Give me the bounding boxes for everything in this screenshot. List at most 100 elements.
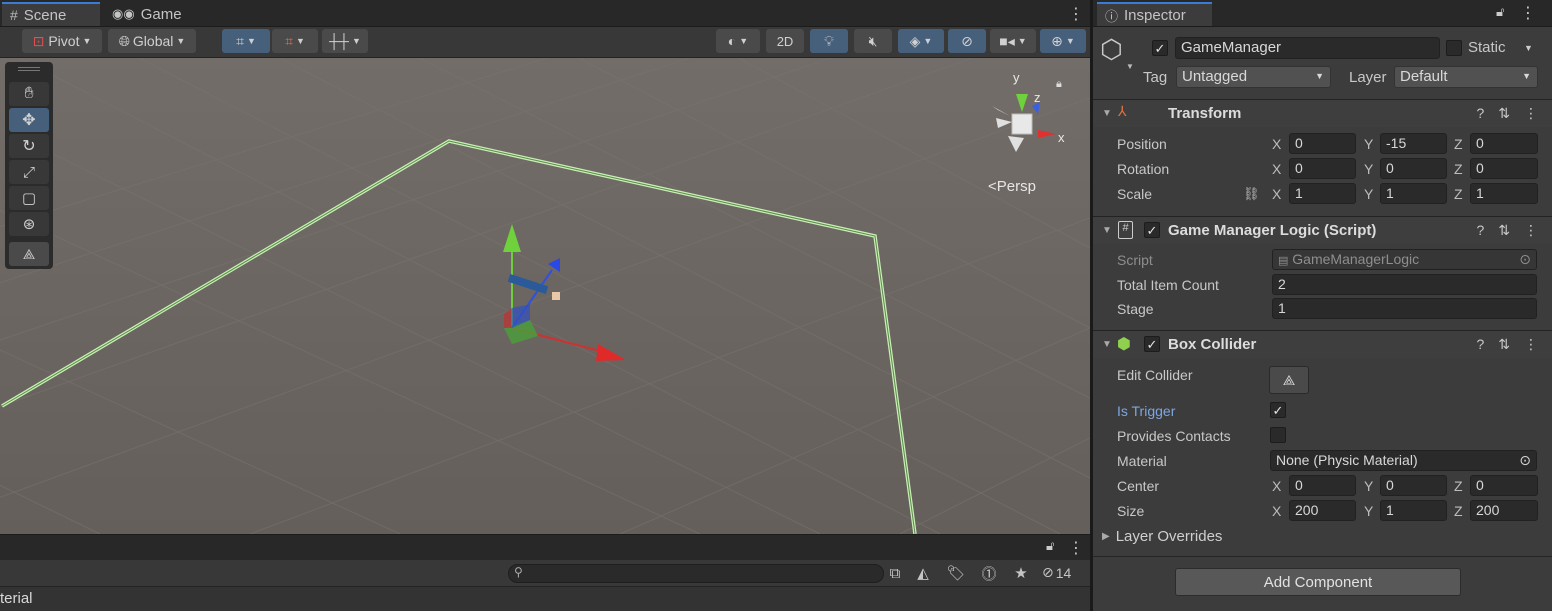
position-y-field[interactable]: -15 [1380, 133, 1447, 154]
rotation-x-axis[interactable]: X [1272, 161, 1281, 177]
filter-errors-button[interactable]: ⓵ [976, 561, 1002, 585]
console-search-input[interactable] [529, 566, 879, 581]
context-menu-icon[interactable]: ⋮ [1524, 105, 1538, 122]
inspector-menu-icon[interactable]: ⋮ [1520, 3, 1536, 23]
box-collider-header[interactable]: ▼ ⬢ ✓ Box Collider ? ⇅ ⋮ [1093, 330, 1552, 358]
favorites-button[interactable]: ★ [1008, 561, 1034, 585]
filter-type-button[interactable]: ◭ [910, 561, 936, 585]
help-icon[interactable]: ? [1476, 336, 1484, 353]
preset-icon[interactable]: ⇅ [1498, 336, 1510, 353]
bottom-menu-icon[interactable]: ⋮ [1068, 538, 1084, 558]
tab-scene[interactable]: # Scene [2, 2, 100, 26]
object-active-checkbox[interactable]: ✓ [1152, 40, 1168, 56]
size-z-field[interactable]: 200 [1470, 500, 1538, 521]
size-label[interactable]: Size [1117, 503, 1144, 519]
edit-collider-button[interactable]: ⟁ [1269, 366, 1309, 394]
scene-viewport[interactable]: ✋︎ ✥ ↻ ⤢ ▢ ⊛ ⟁ y z x 🔒︎ <Persp [0, 58, 1090, 534]
scale-y-axis[interactable]: Y [1364, 186, 1373, 202]
scale-z-axis[interactable]: Z [1454, 186, 1463, 202]
scale-x-axis[interactable]: X [1272, 186, 1281, 202]
object-cube-icon[interactable]: ⬡ [1100, 34, 1123, 65]
edit-collider-tool-button[interactable]: ⟁ [9, 242, 49, 266]
box-collider-enabled-checkbox[interactable]: ✓ [1144, 336, 1160, 352]
size-x-field[interactable]: 200 [1289, 500, 1356, 521]
palette-handle[interactable] [18, 67, 40, 71]
add-component-button[interactable]: Add Component [1175, 568, 1461, 596]
size-z-axis[interactable]: Z [1454, 503, 1463, 519]
lighting-toggle[interactable]: 💡︎ [810, 29, 848, 53]
script-component-header[interactable]: ▼ # ✓ Game Manager Logic (Script) ? ⇅ ⋮ [1093, 216, 1552, 244]
rotation-label[interactable]: Rotation [1117, 161, 1169, 177]
ruler-button[interactable]: ┼┼ ▼ [322, 29, 368, 53]
tag-dropdown[interactable]: Untagged ▼ [1176, 66, 1331, 88]
global-dropdown[interactable]: 🌐︎ Global ▼ [108, 29, 196, 53]
rotation-y-field[interactable]: 0 [1380, 158, 1447, 179]
rotation-z-axis[interactable]: Z [1454, 161, 1463, 177]
static-checkbox[interactable] [1446, 40, 1462, 56]
context-menu-icon[interactable]: ⋮ [1524, 222, 1538, 239]
object-name-field[interactable]: GameManager [1175, 37, 1440, 59]
project-item-label[interactable]: terial [0, 590, 33, 607]
transform-tool-button[interactable]: ⊛ [9, 212, 49, 236]
move-tool-button[interactable]: ✥ [9, 108, 49, 132]
position-y-axis[interactable]: Y [1364, 136, 1373, 152]
context-menu-icon[interactable]: ⋮ [1524, 336, 1538, 353]
layer-dropdown[interactable]: Default ▼ [1394, 66, 1538, 88]
help-icon[interactable]: ? [1476, 222, 1484, 239]
size-x-axis[interactable]: X [1272, 503, 1281, 519]
persp-toggle[interactable]: <Persp [988, 178, 1036, 195]
scale-y-field[interactable]: 1 [1380, 183, 1447, 204]
pivot-dropdown[interactable]: ⊡ Pivot ▼ [22, 29, 102, 53]
hand-tool-button[interactable]: ✋︎ [9, 82, 49, 106]
tab-inspector[interactable]: ⓘ Inspector [1097, 2, 1212, 26]
stage-field[interactable]: 1 [1272, 298, 1537, 319]
scale-z-field[interactable]: 1 [1470, 183, 1538, 204]
visibility-toggle[interactable]: ⊘ [948, 29, 986, 53]
console-search-field[interactable]: ⚲ [508, 564, 884, 583]
gizmo-lock-icon[interactable]: 🔒︎ [1056, 78, 1062, 91]
material-label[interactable]: Material [1117, 453, 1167, 469]
effects-dropdown[interactable]: ◈ ▼ [898, 29, 944, 53]
rotation-z-field[interactable]: 0 [1470, 158, 1538, 179]
center-y-field[interactable]: 0 [1380, 475, 1447, 496]
material-field[interactable]: None (Physic Material) ⊙ [1270, 450, 1537, 471]
scene-tab-menu-icon[interactable]: ⋮ [1068, 4, 1084, 24]
rect-tool-button[interactable]: ▢ [9, 186, 49, 210]
transform-header[interactable]: ▼ ⅄ Transform ? ⇅ ⋮ [1093, 99, 1552, 127]
is-trigger-label[interactable]: Is Trigger [1117, 403, 1175, 419]
scale-x-field[interactable]: 1 [1289, 183, 1356, 204]
total-item-count-label[interactable]: Total Item Count [1117, 277, 1219, 293]
camera-dropdown[interactable]: ■◂ ▼ [990, 29, 1036, 53]
layer-overrides-foldout[interactable]: ▶ Layer Overrides [1102, 528, 1222, 545]
preset-icon[interactable]: ⇅ [1498, 105, 1510, 122]
rotation-x-field[interactable]: 0 [1289, 158, 1356, 179]
center-z-field[interactable]: 0 [1470, 475, 1538, 496]
bottom-lock-icon[interactable]: 🔓︎ [1046, 538, 1054, 554]
preset-icon[interactable]: ⇅ [1498, 222, 1510, 239]
script-enabled-checkbox[interactable]: ✓ [1144, 222, 1160, 238]
search-expand-button[interactable]: ⧉ [882, 561, 908, 585]
scale-tool-button[interactable]: ⤢ [9, 160, 49, 184]
position-z-axis[interactable]: Z [1454, 136, 1463, 152]
center-z-axis[interactable]: Z [1454, 478, 1463, 494]
center-x-axis[interactable]: X [1272, 478, 1281, 494]
provides-contacts-label[interactable]: Provides Contacts [1117, 428, 1231, 444]
inspector-lock-icon[interactable]: 🔓︎ [1496, 4, 1504, 20]
grid-snap-button[interactable]: ⌗ ▼ [222, 29, 270, 53]
toggle-2d-button[interactable]: 2D [766, 29, 804, 53]
object-icon-dropdown[interactable]: ▼ [1126, 62, 1134, 71]
position-x-field[interactable]: 0 [1289, 133, 1356, 154]
rotation-y-axis[interactable]: Y [1364, 161, 1373, 177]
center-y-axis[interactable]: Y [1364, 478, 1373, 494]
help-icon[interactable]: ? [1476, 105, 1484, 122]
center-label[interactable]: Center [1117, 478, 1159, 494]
scale-link-icon[interactable]: ⛓︎ [1243, 186, 1260, 202]
tab-game[interactable]: ◉◉ Game [104, 2, 190, 26]
increment-snap-button[interactable]: ⌗ ▼ [272, 29, 318, 53]
position-x-axis[interactable]: X [1272, 136, 1281, 152]
size-y-field[interactable]: 1 [1380, 500, 1447, 521]
rotate-tool-button[interactable]: ↻ [9, 134, 49, 158]
scale-label[interactable]: Scale [1117, 186, 1152, 202]
size-y-axis[interactable]: Y [1364, 503, 1373, 519]
filter-label-button[interactable]: 🏷︎ [943, 561, 969, 585]
